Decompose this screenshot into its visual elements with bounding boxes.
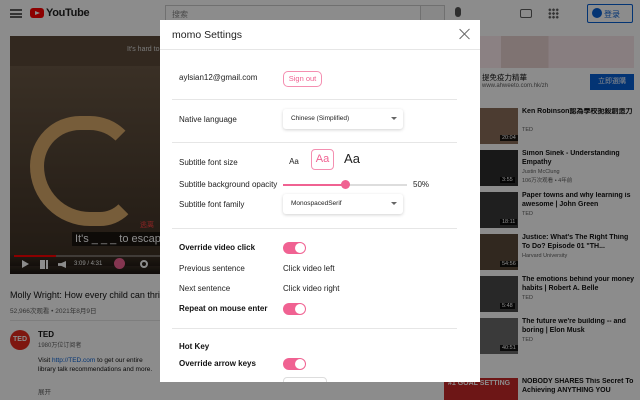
font-family-label: Subtitle font family [179, 200, 245, 209]
override-click-label: Override video click [179, 243, 256, 252]
close-icon[interactable] [459, 28, 471, 40]
modal-header: momo Settings [160, 20, 480, 50]
font-size-small-option[interactable]: Aa [286, 154, 302, 170]
bg-opacity-value: 50% [413, 180, 430, 189]
font-size-large-option[interactable]: Aa [341, 148, 363, 170]
divider [172, 328, 457, 329]
sign-out-button[interactable]: Sign out [283, 71, 322, 87]
bg-opacity-label: Subtitle background opacity [179, 180, 278, 189]
override-arrows-label: Override arrow keys [179, 359, 256, 368]
font-family-value: MonospacedSerif [291, 200, 342, 207]
font-size-medium-option[interactable]: Aa [311, 149, 334, 170]
divider [172, 228, 457, 229]
next-sentence-label: Next sentence [179, 284, 231, 293]
modal-title: momo Settings [172, 29, 243, 41]
font-family-select[interactable]: MonospacedSerif [283, 194, 403, 214]
toggle-knob [295, 359, 305, 369]
prev-sentence-value: Click video left [283, 264, 335, 273]
toggle-knob [295, 243, 305, 253]
override-click-toggle[interactable] [283, 242, 306, 254]
native-language-label: Native language [179, 115, 237, 124]
font-size-label: Subtitle font size [179, 158, 238, 167]
chevron-down-icon [391, 117, 397, 120]
next-sentence-value: Click video right [283, 284, 340, 293]
native-language-value: Chinese (Simplified) [291, 115, 350, 122]
bg-opacity-slider-fill [283, 184, 345, 186]
divider [172, 142, 457, 143]
hotkey-input[interactable] [283, 377, 327, 382]
chevron-down-icon [391, 202, 397, 205]
momo-settings-modal: momo Settings aylsian12@gmail.com Sign o… [160, 20, 480, 382]
prev-sentence-label: Previous sentence [179, 264, 245, 273]
bg-opacity-slider-thumb[interactable] [340, 180, 350, 189]
repeat-mouse-toggle[interactable] [283, 303, 306, 315]
divider [172, 99, 457, 100]
account-email: aylsian12@gmail.com [179, 73, 258, 82]
repeat-mouse-label: Repeat on mouse enter [179, 304, 268, 313]
override-arrows-toggle[interactable] [283, 358, 306, 370]
native-language-select[interactable]: Chinese (Simplified) [283, 109, 403, 129]
hotkey-heading: Hot Key [179, 342, 210, 351]
toggle-knob [295, 304, 305, 314]
